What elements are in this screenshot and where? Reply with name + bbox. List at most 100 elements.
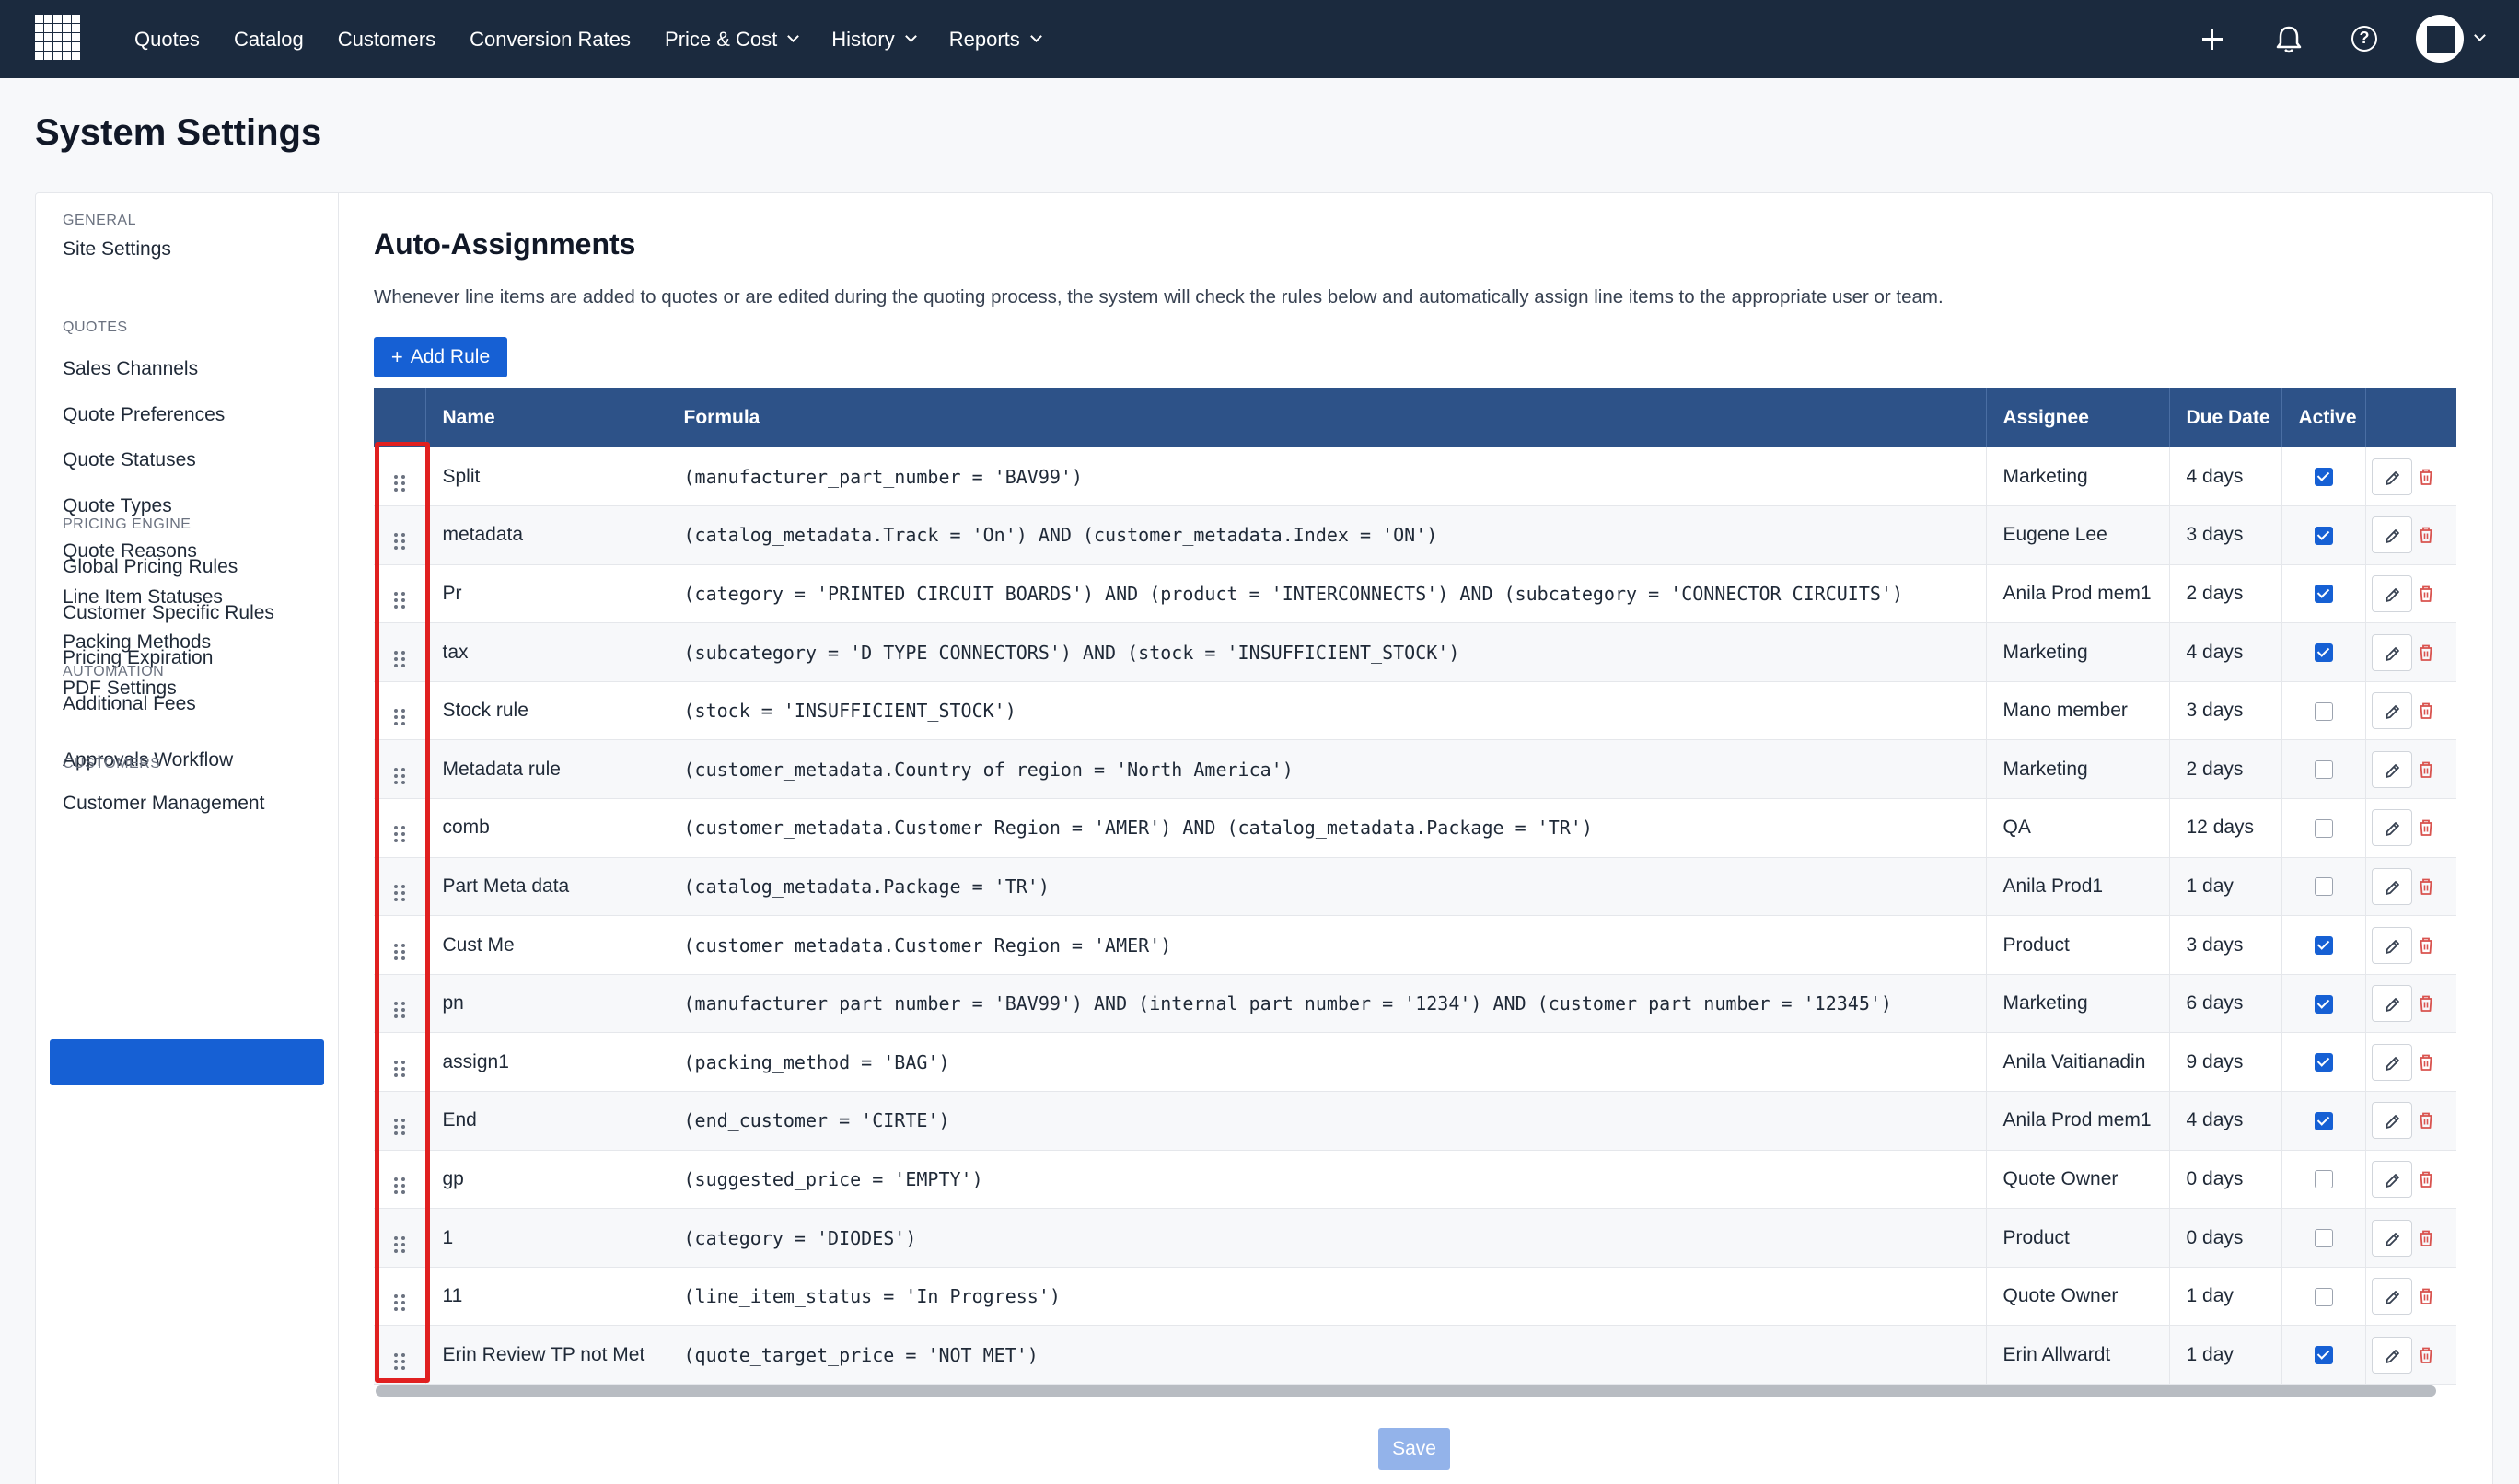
add-rule-button[interactable]: + Add Rule <box>374 337 507 377</box>
plus-icon[interactable] <box>2193 20 2230 57</box>
active-checkbox[interactable] <box>2314 1287 2333 1306</box>
drag-handle-icon[interactable] <box>374 1032 426 1092</box>
edit-button[interactable] <box>2371 1278 2412 1316</box>
drag-handle-icon[interactable] <box>374 1208 426 1268</box>
nav-dropdown-history[interactable]: History <box>831 27 917 52</box>
sidebar-item-customer-specific-rules[interactable]: Customer Specific Rules <box>63 602 274 624</box>
active-checkbox[interactable] <box>2314 818 2333 838</box>
trash-icon[interactable] <box>2416 751 2438 788</box>
nav-link-conversion-rates[interactable]: Conversion Rates <box>470 28 631 52</box>
nav-dropdown-label: History <box>831 27 895 51</box>
trash-icon[interactable] <box>2416 1337 2438 1374</box>
rule-actions-cell <box>2365 1326 2456 1385</box>
trash-icon[interactable] <box>2416 634 2438 671</box>
avatar[interactable] <box>2416 15 2464 63</box>
trash-icon[interactable] <box>2416 458 2438 495</box>
trash-icon[interactable] <box>2416 516 2438 553</box>
sidebar-item-auto-assignments[interactable]: Auto-Assignments <box>63 705 219 727</box>
drag-handle-icon[interactable] <box>374 1150 426 1209</box>
rule-assignee-cell: Marketing <box>1986 739 2170 799</box>
sidebar-item-quote-preferences[interactable]: Quote Preferences <box>63 404 225 426</box>
trash-icon[interactable] <box>2416 809 2438 846</box>
nav-link-quotes[interactable]: Quotes <box>134 28 200 52</box>
nav-dropdown-price-cost[interactable]: Price & Cost <box>665 27 800 52</box>
drag-handle-icon[interactable] <box>374 915 426 975</box>
sidebar-item-global-pricing-rules[interactable]: Global Pricing Rules <box>63 556 238 578</box>
drag-handle-icon[interactable] <box>374 739 426 799</box>
active-checkbox[interactable] <box>2314 877 2333 897</box>
edit-button[interactable] <box>2371 926 2412 964</box>
active-checkbox[interactable] <box>2314 760 2333 780</box>
drag-handle-icon[interactable] <box>374 622 426 682</box>
chevron-down-icon[interactable] <box>2474 29 2486 41</box>
rule-name-cell: 11 <box>425 1267 667 1326</box>
drag-handle-icon[interactable] <box>374 974 426 1033</box>
trash-icon[interactable] <box>2416 575 2438 612</box>
trash-icon[interactable] <box>2416 1102 2438 1139</box>
drag-handle-icon[interactable] <box>374 1325 426 1385</box>
trash-icon[interactable] <box>2416 1044 2438 1081</box>
edit-button[interactable] <box>2371 985 2412 1023</box>
rule-active-cell <box>2281 915 2366 975</box>
active-checkbox[interactable] <box>2314 1346 2333 1365</box>
edit-button[interactable] <box>2371 458 2412 495</box>
edit-button[interactable] <box>2371 1336 2412 1374</box>
active-checkbox[interactable] <box>2314 936 2333 955</box>
rule-due-date-cell: 6 days <box>2169 974 2282 1033</box>
edit-button[interactable] <box>2371 750 2412 788</box>
sidebar-item-site-settings[interactable]: Site Settings <box>63 238 171 261</box>
edit-button[interactable] <box>2371 1102 2412 1140</box>
edit-button[interactable] <box>2371 516 2412 554</box>
sidebar-item-sales-channels[interactable]: Sales Channels <box>63 358 198 380</box>
edit-button[interactable] <box>2371 1160 2412 1198</box>
drag-handle-icon[interactable] <box>374 1091 426 1151</box>
edit-button[interactable] <box>2371 633 2412 671</box>
trash-icon[interactable] <box>2416 868 2438 905</box>
sidebar-item-customer-management[interactable]: Customer Management <box>63 793 264 815</box>
edit-button[interactable] <box>2371 1219 2412 1257</box>
active-checkbox[interactable] <box>2314 643 2333 663</box>
trash-icon[interactable] <box>2416 1220 2438 1257</box>
sidebar-item-quote-statuses[interactable]: Quote Statuses <box>63 449 196 471</box>
drag-handle-icon[interactable] <box>374 798 426 858</box>
drag-handle-icon[interactable] <box>374 681 426 740</box>
active-checkbox[interactable] <box>2314 994 2333 1014</box>
active-checkbox[interactable] <box>2314 585 2333 604</box>
trash-icon[interactable] <box>2416 985 2438 1022</box>
trash-icon[interactable] <box>2416 1278 2438 1315</box>
edit-button[interactable] <box>2371 1043 2412 1081</box>
nav-link-catalog[interactable]: Catalog <box>234 28 304 52</box>
nav-link-customers[interactable]: Customers <box>338 28 435 52</box>
active-checkbox[interactable] <box>2314 701 2333 721</box>
rule-name-cell: Part Meta data <box>425 857 667 916</box>
active-checkbox[interactable] <box>2314 1111 2333 1130</box>
edit-button[interactable] <box>2371 809 2412 847</box>
trash-icon[interactable] <box>2416 1161 2438 1198</box>
bell-icon[interactable] <box>2270 20 2307 57</box>
drag-handle-icon[interactable] <box>374 564 426 623</box>
help-icon[interactable]: ? <box>2346 20 2383 57</box>
rule-formula-cell: (quote_target_price = 'NOT MET') <box>667 1325 1987 1385</box>
app-logo-icon[interactable] <box>35 15 80 60</box>
active-checkbox[interactable] <box>2314 526 2333 545</box>
drag-handle-icon[interactable] <box>374 447 426 506</box>
drag-handle-icon[interactable] <box>374 857 426 916</box>
active-checkbox[interactable] <box>2314 1053 2333 1072</box>
edit-button[interactable] <box>2371 692 2412 730</box>
active-checkbox[interactable] <box>2314 468 2333 486</box>
nav-dropdown-label: Price & Cost <box>665 27 778 51</box>
trash-icon[interactable] <box>2416 692 2438 729</box>
active-checkbox[interactable] <box>2314 1170 2333 1189</box>
sidebar-section-header: QUOTES <box>63 319 128 335</box>
rule-actions-cell <box>2365 1150 2456 1209</box>
active-checkbox[interactable] <box>2314 1228 2333 1247</box>
save-button[interactable]: Save <box>1378 1428 1450 1470</box>
drag-handle-icon[interactable] <box>374 1267 426 1326</box>
edit-button[interactable] <box>2371 574 2412 612</box>
sidebar-item-quote-types[interactable]: Quote Types <box>63 495 172 517</box>
drag-handle-icon[interactable] <box>374 505 426 565</box>
horizontal-scrollbar[interactable] <box>376 1385 2436 1397</box>
edit-button[interactable] <box>2371 867 2412 905</box>
trash-icon[interactable] <box>2416 927 2438 964</box>
nav-dropdown-reports[interactable]: Reports <box>949 28 1042 52</box>
